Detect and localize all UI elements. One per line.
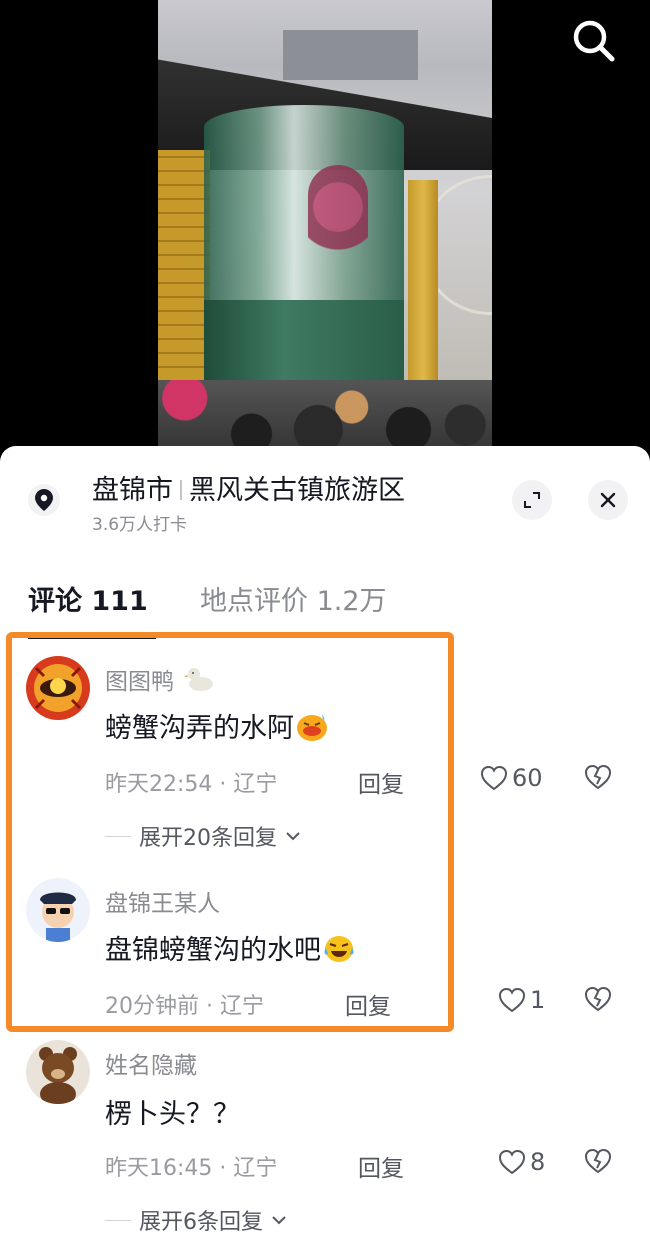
tab-active-indicator	[28, 636, 156, 639]
video-player[interactable]	[0, 0, 650, 470]
like-count: 1	[530, 986, 546, 1014]
video-frame	[158, 0, 492, 470]
heart-icon	[498, 987, 526, 1013]
like-button[interactable]: 60	[480, 764, 543, 792]
dislike-button[interactable]	[584, 1148, 612, 1178]
like-button[interactable]: 1	[498, 986, 545, 1014]
divider	[105, 835, 131, 837]
search-button[interactable]	[566, 14, 622, 70]
duck-avatar-icon	[26, 656, 90, 720]
avatar[interactable]	[26, 1040, 90, 1104]
duck-emoji-icon	[184, 668, 214, 691]
location-title[interactable]: 盘锦市 黑风关古镇旅游区	[92, 468, 405, 507]
comment-username[interactable]: 盘锦王某人	[105, 884, 220, 918]
heart-icon	[480, 765, 508, 791]
expand-replies-label: 展开6条回复	[139, 1210, 263, 1235]
location-city: 盘锦市	[92, 475, 173, 506]
dislike-button[interactable]	[584, 986, 612, 1016]
broken-heart-icon	[584, 764, 612, 790]
divider	[105, 1219, 131, 1221]
location-pin-icon	[35, 489, 53, 511]
like-button[interactable]: 8	[498, 1148, 545, 1176]
like-count: 60	[512, 764, 543, 792]
location-place: 黑风关古镇旅游区	[189, 475, 405, 506]
comment-time-location: 昨天16:45 · 辽宁	[105, 1156, 278, 1181]
expand-replies-label: 展开20条回复	[139, 826, 277, 851]
comment-text: 盘锦螃蟹沟的水吧	[105, 928, 355, 967]
close-icon	[600, 492, 616, 508]
reply-button[interactable]: 回复	[345, 987, 391, 1021]
close-button[interactable]	[588, 480, 628, 520]
dislike-button[interactable]	[584, 764, 612, 794]
like-count: 8	[530, 1148, 546, 1176]
expand-icon	[524, 492, 540, 508]
comment-sheet: 盘锦市 黑风关古镇旅游区 3.6万人打卡 评论 111 地点评价 1.2万 图图鸭	[0, 446, 650, 1245]
avatar[interactable]	[26, 878, 90, 942]
tears-of-joy-emoji-icon	[324, 936, 354, 962]
comment-text: 楞卜头？？	[105, 1099, 240, 1130]
reply-button[interactable]: 回复	[358, 1149, 404, 1183]
checkin-count: 3.6万人打卡	[92, 515, 188, 535]
comment-username[interactable]: 姓名隐藏	[105, 1046, 197, 1080]
expand-replies[interactable]: 展开20条回复	[105, 820, 301, 852]
tab-comments[interactable]: 评论 111	[28, 579, 148, 618]
sweat-smile-emoji-icon	[297, 714, 327, 741]
avatar[interactable]	[26, 656, 90, 720]
search-icon	[573, 20, 615, 62]
broken-heart-icon	[584, 1148, 612, 1174]
tab-place-reviews[interactable]: 地点评价 1.2万	[200, 579, 387, 618]
reply-button[interactable]: 回复	[358, 765, 404, 799]
comment-time-location: 20分钟前 · 辽宁	[105, 994, 264, 1019]
location-pin	[28, 484, 60, 516]
broken-heart-icon	[584, 986, 612, 1012]
comment-text: 螃蟹沟弄的水阿	[105, 706, 328, 745]
comment-username[interactable]: 图图鸭	[105, 662, 215, 696]
comment-time-location: 昨天22:54 · 辽宁	[105, 772, 278, 797]
bear-avatar-icon	[26, 1040, 90, 1104]
heart-icon	[498, 1149, 526, 1175]
expand-replies[interactable]: 展开6条回复	[105, 1204, 287, 1236]
chevron-down-icon	[272, 1216, 286, 1225]
title-separator	[180, 480, 182, 500]
chevron-down-icon	[286, 832, 300, 841]
police-avatar-icon	[26, 878, 90, 942]
expand-button[interactable]	[512, 480, 552, 520]
